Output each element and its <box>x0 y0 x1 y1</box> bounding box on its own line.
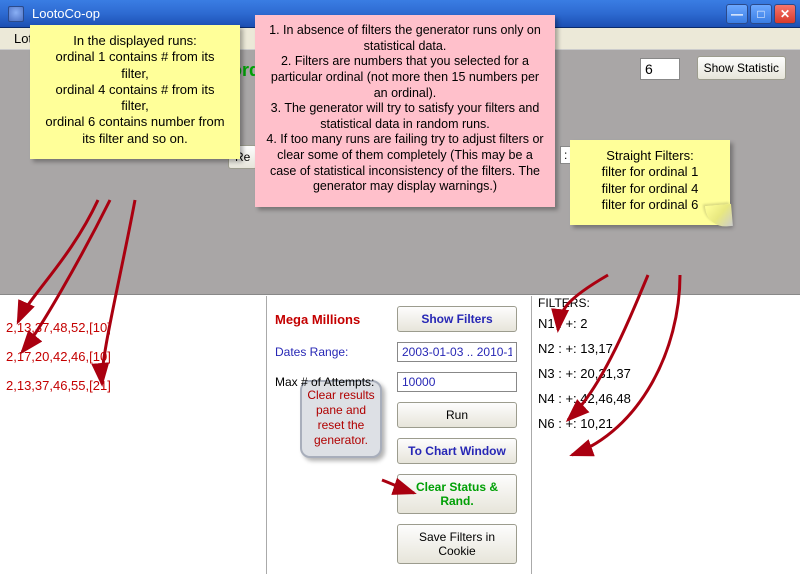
note-instructions-text: 1. In absence of filters the generator r… <box>255 15 555 207</box>
run-line-2: 2,17,20,42,46,[10] <box>6 349 111 364</box>
filter-n3: N3 : +: 20,31,37 <box>538 366 631 381</box>
run-button[interactable]: Run <box>397 402 517 428</box>
filter-n2: N2 : +: 13,17 <box>538 341 631 356</box>
dates-range-input[interactable] <box>397 342 517 362</box>
clear-status-button[interactable]: Clear Status & Rand. <box>397 474 517 514</box>
run-line-1: 2,13,37,48,52,[10] <box>6 320 111 335</box>
app-icon <box>8 6 24 22</box>
run-number-input[interactable] <box>640 58 680 80</box>
to-chart-window-button[interactable]: To Chart Window <box>397 438 517 464</box>
filters-list: FILTERS: N1 : +: 2 N2 : +: 13,17 N3 : +:… <box>538 296 631 441</box>
lottery-title: Mega Millions <box>267 312 397 327</box>
filter-n4: N4 : +: 42,46,48 <box>538 391 631 406</box>
minimize-button[interactable]: — <box>726 4 748 24</box>
runs-list: 2,13,37,48,52,[10] 2,17,20,42,46,[10] 2,… <box>6 320 111 407</box>
show-statistic-button[interactable]: Show Statistic <box>697 56 786 80</box>
filter-n1: N1 : +: 2 <box>538 316 631 331</box>
close-button[interactable]: ✕ <box>774 4 796 24</box>
note-instructions: 1. In absence of filters the generator r… <box>255 15 555 207</box>
max-attempts-label: Max # of Attempts: <box>267 375 397 389</box>
dates-range-label: Dates Range: <box>267 345 397 359</box>
note-displayed-runs-text: In the displayed runs: ordinal 1 contain… <box>30 25 240 159</box>
show-filters-button[interactable]: Show Filters <box>397 306 517 332</box>
filters-header: FILTERS: <box>538 296 631 310</box>
control-panel: Mega Millions Show Filters Dates Range: … <box>266 296 532 574</box>
note-displayed-runs: In the displayed runs: ordinal 1 contain… <box>30 25 240 159</box>
save-filters-button[interactable]: Save Filters in Cookie <box>397 524 517 564</box>
run-line-3: 2,13,37,46,55,[21] <box>6 378 111 393</box>
note-straight-filters: Straight Filters: filter for ordinal 1 f… <box>570 140 730 225</box>
filter-n6: N6 : +: 10,21 <box>538 416 631 431</box>
max-attempts-input[interactable] <box>397 372 517 392</box>
maximize-button[interactable]: □ <box>750 4 772 24</box>
